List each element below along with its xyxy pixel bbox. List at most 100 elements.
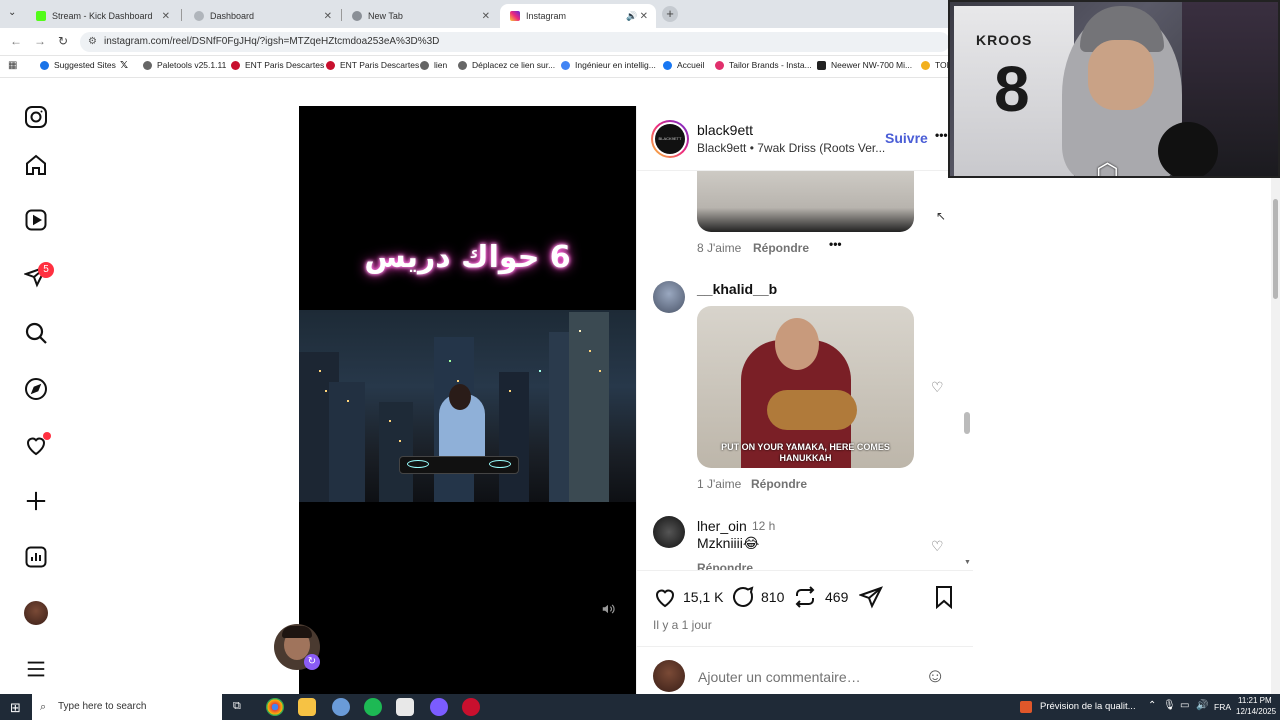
bookmark-icon — [921, 60, 930, 70]
file-explorer-icon[interactable] — [298, 698, 316, 716]
like-comment-heart-icon[interactable]: ♡ — [931, 379, 944, 396]
bookmark-deplacez[interactable]: Déplacez ce lien sur... — [458, 60, 555, 70]
like-button[interactable]: 15,1 K — [653, 585, 723, 609]
emoji-picker-icon[interactable]: ☺ — [925, 665, 945, 688]
comment-count: 810 — [761, 589, 785, 605]
weather-text[interactable]: Prévision de la qualit... — [1040, 701, 1136, 712]
follow-button[interactable]: Suivre — [885, 130, 928, 146]
comment-likes[interactable]: 8 J'aime — [697, 241, 741, 255]
home-icon[interactable] — [22, 151, 50, 179]
tab-new-tab[interactable]: New Tab ✕ — [342, 4, 498, 28]
close-tab-icon[interactable]: ✕ — [640, 11, 648, 22]
share-button[interactable] — [859, 585, 883, 609]
obs-icon[interactable] — [462, 698, 480, 716]
comment-gif[interactable]: PUT ON YOUR YAMAKA, HERE COMES HANUKKAH — [697, 306, 914, 468]
apps-grid-icon[interactable]: ▦ — [8, 60, 17, 71]
reload-icon[interactable]: ↻ — [58, 34, 68, 48]
bookmark-ent-1[interactable]: ENT Paris Descartes — [231, 60, 324, 70]
bookmark-neewer[interactable]: Neewer NW-700 Mi... — [817, 60, 912, 70]
app-window-icon[interactable] — [396, 698, 414, 716]
create-plus-icon[interactable] — [22, 487, 50, 515]
clock-date[interactable]: 12/14/2025 — [1236, 707, 1276, 716]
comment-username[interactable]: lher_oin — [697, 518, 747, 534]
chrome-taskbar-icon[interactable] — [266, 698, 284, 716]
reply-button[interactable]: Répondre — [753, 241, 809, 255]
commenter-avatar[interactable] — [653, 281, 685, 313]
app-icon[interactable] — [332, 698, 350, 716]
bookmark-ent-2[interactable]: ENT Paris Descartes — [326, 60, 419, 70]
audio-attribution[interactable]: Black9ett • 7wak Driss (Roots Ver... — [697, 141, 885, 155]
reel-video-player[interactable]: 6 حواك دريس — [299, 106, 636, 694]
speaker-icon[interactable]: 🔊 — [626, 11, 637, 22]
bookmark-label: lien — [434, 60, 448, 70]
repost-button[interactable]: 469 — [793, 585, 848, 609]
bookmark-ingenieur[interactable]: Ingénieur en intellig... — [561, 60, 656, 70]
network-icon[interactable]: ▭ — [1180, 700, 1189, 711]
windows-start-icon[interactable]: ⊞ — [10, 700, 21, 716]
dashboard-stats-icon[interactable] — [22, 543, 50, 571]
save-button[interactable] — [933, 585, 955, 609]
close-tab-icon[interactable]: ✕ — [482, 11, 490, 22]
post-options-icon[interactable]: ••• — [935, 128, 948, 142]
url-field[interactable]: ⚙ instagram.com/reel/DSNfF0FgJHq/?igsh=M… — [80, 32, 950, 52]
tray-chevron-icon[interactable]: ⌃ — [1148, 700, 1156, 711]
microphone-icon[interactable]: 🎙 — [1163, 700, 1176, 711]
more-menu-icon[interactable] — [22, 655, 50, 683]
explore-icon[interactable] — [22, 375, 50, 403]
instagram-logo-icon[interactable] — [22, 103, 50, 131]
forward-icon[interactable]: → — [34, 34, 46, 48]
comment-likes[interactable]: 1 J'aime — [697, 477, 741, 491]
bookmark-suggested-sites[interactable]: Suggested Sites — [40, 60, 116, 70]
profile-avatar[interactable] — [22, 599, 50, 627]
commenter-avatar[interactable] — [653, 516, 685, 548]
tab-kick-dashboard[interactable]: Stream - Kick Dashboard ✕ — [26, 4, 178, 28]
video-overlay-title: 6 حواك دريس — [364, 240, 571, 275]
comments-scrollbar[interactable] — [964, 412, 970, 434]
scroll-down-arrow-icon[interactable]: ▼ — [964, 559, 971, 566]
spotify-icon[interactable] — [364, 698, 382, 716]
post-date: Il y a 1 jour — [653, 618, 712, 632]
volume-icon[interactable]: 🔊 — [1196, 700, 1208, 711]
close-tab-icon[interactable]: ✕ — [324, 11, 332, 22]
bookmark-accueil[interactable]: Accueil — [663, 60, 704, 70]
bookmark-tailor[interactable]: Tailor Brands - Insta... — [715, 60, 812, 70]
google-icon — [561, 60, 570, 70]
comment-input[interactable]: Ajouter un commentaire… — [698, 669, 861, 685]
back-icon[interactable]: ← — [10, 34, 22, 48]
more-options-icon[interactable]: ••• — [829, 237, 842, 251]
comment-username[interactable]: __khalid__b — [697, 281, 777, 297]
bookmark-paletools[interactable]: Paletools v25.1.11 — [143, 60, 226, 70]
tab-label: New Tab — [368, 11, 403, 21]
tab-instagram[interactable]: Instagram 🔊 ✕ — [500, 4, 656, 28]
comment-bubble-icon — [733, 586, 754, 607]
comment-button[interactable]: 810 — [731, 585, 784, 609]
close-tab-icon[interactable]: ✕ — [162, 11, 170, 22]
app-icon[interactable] — [430, 698, 448, 716]
author-username[interactable]: black9ett — [697, 122, 753, 138]
tab-list-menu-icon[interactable]: ⌄ — [8, 7, 16, 18]
bookmark-x[interactable]: 𝕏 — [120, 60, 128, 71]
x-logo-icon: 𝕏 — [120, 60, 129, 71]
reply-button[interactable]: Répondre — [751, 477, 807, 491]
tab-dashboard[interactable]: Dashboard ✕ — [184, 4, 340, 28]
task-view-icon[interactable]: ⧉ — [233, 700, 241, 713]
bookmark-lien[interactable]: lien — [420, 60, 447, 70]
post-header: BLACK9ETT black9ett Black9ett • 7wak Dri… — [637, 106, 973, 171]
author-avatar[interactable]: BLACK9ETT — [651, 120, 689, 158]
like-comment-heart-icon[interactable]: ♡ — [931, 538, 944, 555]
kick-favicon-icon — [36, 11, 46, 21]
bookmark-icon — [231, 60, 240, 70]
tab-label: Dashboard — [210, 11, 255, 21]
reels-icon[interactable] — [22, 206, 50, 234]
weather-icon — [1020, 701, 1032, 713]
input-language[interactable]: FRA — [1214, 702, 1231, 712]
gif-caption: PUT ON YOUR YAMAKA, HERE COMES HANUKKAH — [721, 442, 890, 463]
search-placeholder: Type here to search — [58, 701, 147, 712]
taskbar-search[interactable]: ⌕ Type here to search — [32, 694, 222, 720]
volume-icon[interactable] — [601, 602, 615, 619]
comment-gif[interactable] — [697, 171, 914, 232]
clock-time[interactable]: 11:21 PM — [1238, 696, 1272, 705]
site-info-icon[interactable]: ⚙ — [88, 32, 97, 52]
search-icon[interactable] — [22, 319, 50, 347]
new-tab-button[interactable]: + — [662, 6, 678, 22]
